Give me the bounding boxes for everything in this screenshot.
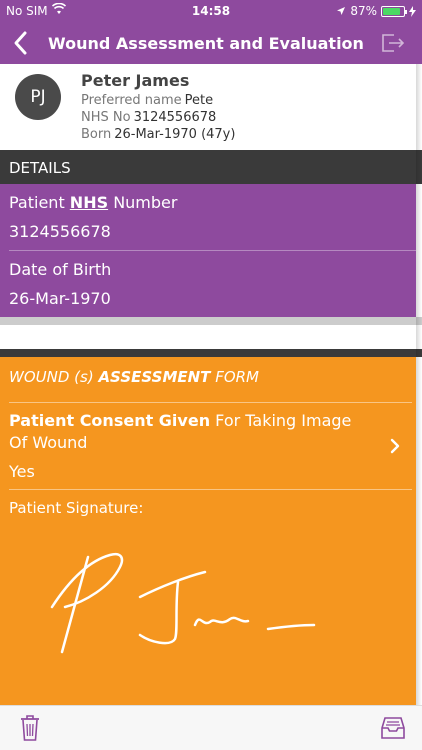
chevron-left-icon[interactable] [10, 30, 32, 56]
charging-icon [409, 5, 416, 17]
preferred-name-row: Preferred name Pete [81, 93, 214, 108]
separator [0, 317, 422, 325]
divider [9, 402, 412, 403]
signature-image[interactable] [40, 547, 330, 667]
bottom-toolbar [0, 705, 422, 750]
nav-bar: Wound Assessment and Evaluation [0, 22, 422, 64]
nhs-row: NHS No 3124556678 [81, 110, 217, 125]
born-row: Born 26-Mar-1970 (47y) [81, 127, 236, 142]
separator [0, 349, 422, 357]
patient-name: Peter James [81, 71, 190, 90]
battery-percent: 87% [350, 4, 377, 18]
battery-icon [381, 5, 407, 17]
nhs-number-value: 3124556678 [9, 222, 111, 241]
consent-value: Yes [9, 462, 35, 481]
consent-field[interactable]: Patient Consent Given For Taking Image O… [9, 410, 369, 454]
nhs-number-label: Patient NHS Number [9, 193, 178, 212]
trash-icon[interactable] [19, 714, 41, 742]
page-title: Wound Assessment and Evaluation [48, 34, 364, 53]
details-section: Patient NHS Number 3124556678 Date of Bi… [0, 184, 416, 317]
divider [9, 250, 416, 251]
avatar: PJ [15, 74, 61, 120]
location-arrow-icon [337, 7, 346, 15]
assessment-form: WOUND (s) ASSESSMENT FORM Patient Consen… [0, 357, 416, 705]
exit-icon[interactable] [380, 32, 406, 54]
patient-banner: PJ Peter James Preferred name Pete NHS No… [0, 64, 422, 150]
inbox-icon[interactable] [380, 716, 406, 740]
dob-label: Date of Birth [9, 260, 112, 279]
top-bar: No SIM 14:58 87% Wound Assessment and Ev… [0, 0, 422, 64]
signature-label: Patient Signature: [9, 499, 144, 517]
form-title: WOUND (s) ASSESSMENT FORM [9, 368, 259, 386]
dob-value: 26-Mar-1970 [9, 289, 111, 308]
divider [9, 489, 412, 490]
chevron-right-icon[interactable] [388, 436, 402, 456]
separator [0, 325, 422, 349]
edge-shadow [416, 64, 422, 705]
status-bar: No SIM 14:58 87% [0, 0, 422, 22]
details-header: DETAILS [0, 150, 422, 184]
